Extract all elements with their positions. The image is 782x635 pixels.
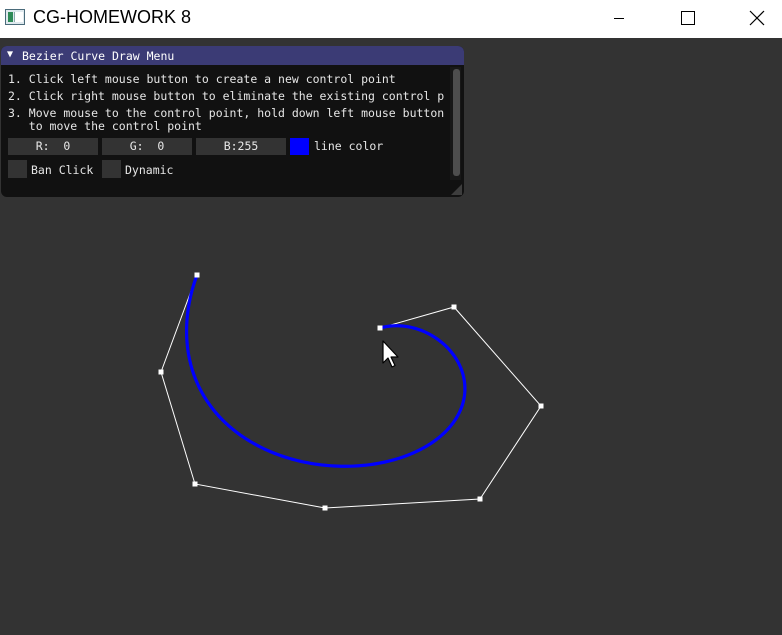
control-point[interactable]: [538, 403, 544, 409]
instruction-1: 1. Click left mouse button to create a n…: [8, 73, 396, 86]
resize-grip[interactable]: [451, 184, 462, 195]
control-point[interactable]: [451, 304, 457, 310]
control-point[interactable]: [322, 505, 328, 511]
app-window-icon: [5, 9, 25, 25]
window-title: CG-HOMEWORK 8: [33, 7, 192, 27]
slider-red[interactable]: R: 0: [8, 138, 98, 155]
title-bar[interactable]: CG-HOMEWORK 8: [0, 0, 782, 38]
bezier-menu-panel[interactable]: ▼ Bezier Curve Draw Menu 1. Click left m…: [1, 46, 464, 197]
color-swatch[interactable]: [290, 138, 309, 155]
color-label: line color: [314, 139, 384, 153]
mouse-cursor-icon: [382, 340, 399, 368]
control-point[interactable]: [194, 272, 200, 278]
control-polygon: [160, 274, 542, 509]
ban-click-checkbox[interactable]: [8, 160, 27, 178]
maximize-button[interactable]: [658, 0, 716, 38]
maximize-icon: [681, 11, 695, 25]
close-button[interactable]: [726, 0, 782, 38]
dynamic-label: Dynamic: [125, 163, 174, 177]
control-point[interactable]: [158, 369, 164, 375]
slider-blue[interactable]: B:255: [196, 138, 286, 155]
control-point[interactable]: [192, 481, 198, 487]
control-point[interactable]: [377, 325, 383, 331]
bezier-curve: [184, 273, 467, 468]
instruction-3: 3. Move mouse to the control point, hold…: [8, 107, 445, 133]
dynamic-checkbox[interactable]: [102, 160, 121, 178]
panel-header[interactable]: ▼ Bezier Curve Draw Menu: [1, 46, 464, 65]
close-icon: [749, 10, 765, 26]
triangle-down-icon[interactable]: ▼: [7, 49, 13, 60]
control-point[interactable]: [477, 496, 483, 502]
ban-click-label: Ban Click: [31, 163, 94, 177]
scrollbar-grab[interactable]: [453, 69, 460, 176]
slider-green[interactable]: G: 0: [102, 138, 192, 155]
panel-title: Bezier Curve Draw Menu: [22, 49, 175, 63]
minimize-icon: [614, 18, 624, 19]
instruction-2: 2. Click right mouse button to eliminate…: [8, 90, 445, 103]
minimize-button[interactable]: [590, 0, 648, 38]
